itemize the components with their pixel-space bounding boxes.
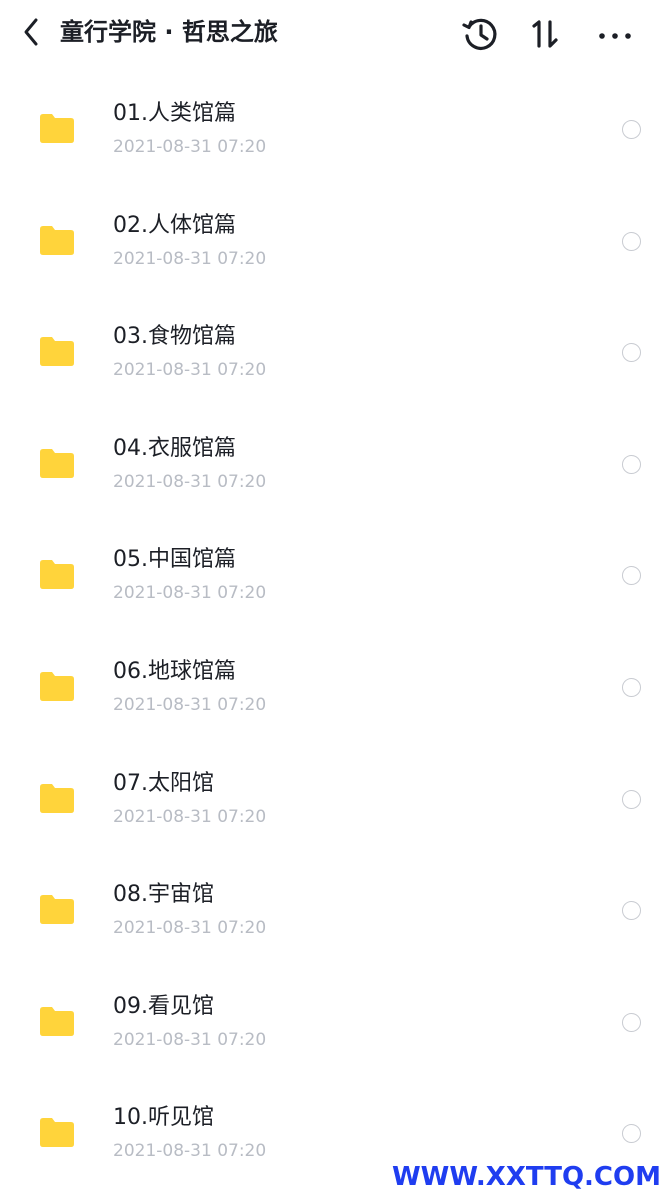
folder-name: 05.中国馆篇 (113, 547, 236, 573)
page-title: 童行学院 · 哲思之旅 (60, 18, 278, 46)
folder-icon (40, 783, 74, 813)
select-radio[interactable] (622, 120, 641, 139)
folder-date: 2021-08-31 07:20 (113, 806, 267, 827)
list-item[interactable]: 07.太阳馆 2021-08-31 07:20 (0, 735, 667, 847)
select-radio[interactable] (622, 343, 641, 363)
select-radio[interactable] (622, 1012, 641, 1032)
folder-name: 03.食物馆篇 (113, 324, 236, 350)
back-button[interactable] (18, 14, 48, 50)
folder-date: 2021-08-31 07:20 (113, 360, 267, 381)
list-item[interactable]: 02.人体馆篇 2021-08-31 07:20 (0, 177, 667, 289)
folder-icon (40, 1006, 74, 1036)
list-item[interactable]: 06.地球馆篇 2021-08-31 07:20 (0, 623, 667, 735)
folder-name: 04.衣服馆篇 (113, 435, 236, 461)
list-item[interactable]: 05.中国馆篇 2021-08-31 07:20 (0, 511, 667, 623)
list-item[interactable]: 01.人类馆篇 2021-08-31 07:20 (0, 65, 667, 177)
folder-date: 2021-08-31 07:20 (113, 583, 267, 604)
folder-icon (40, 114, 74, 143)
folder-date: 2021-08-31 07:20 (113, 1141, 267, 1162)
folder-icon (40, 671, 74, 701)
folder-icon (40, 448, 74, 478)
folder-name: 02.人体馆篇 (113, 212, 236, 238)
select-radio[interactable] (622, 901, 641, 921)
folder-icon (40, 895, 74, 925)
history-icon (462, 18, 497, 50)
more-icon (599, 33, 631, 39)
sort-icon (532, 20, 558, 48)
list-item[interactable]: 09.看见馆 2021-08-31 07:20 (0, 958, 667, 1070)
folder-name: 08.宇宙馆 (113, 882, 214, 908)
folder-name: 06.地球馆篇 (113, 658, 236, 684)
select-radio[interactable] (622, 231, 641, 251)
watermark: WWW.XXTTQ.COM (392, 1162, 661, 1192)
folder-date: 2021-08-31 07:20 (113, 1029, 267, 1050)
folder-name: 01.人类馆篇 (113, 101, 236, 126)
folder-name: 09.看见馆 (113, 993, 214, 1019)
folder-icon (40, 560, 74, 590)
select-radio[interactable] (622, 566, 641, 586)
chevron-left-icon (24, 18, 38, 46)
folder-date: 2021-08-31 07:20 (113, 694, 267, 715)
folder-icon (40, 225, 74, 255)
list-item[interactable]: 03.食物馆篇 2021-08-31 07:20 (0, 288, 667, 400)
select-radio[interactable] (622, 454, 641, 474)
top-bar: 童行学院 · 哲思之旅 (0, 0, 667, 66)
select-radio[interactable] (622, 1124, 641, 1144)
folder-date: 2021-08-31 07:20 (113, 137, 267, 157)
folder-name: 07.太阳馆 (113, 770, 214, 796)
more-button[interactable] (595, 14, 635, 54)
history-button[interactable] (460, 14, 500, 54)
list-item[interactable]: 08.宇宙馆 2021-08-31 07:20 (0, 846, 667, 958)
folder-list: 01.人类馆篇 2021-08-31 07:20 02.人体馆篇 2021-08… (0, 65, 667, 1181)
select-radio[interactable] (622, 677, 641, 697)
folder-date: 2021-08-31 07:20 (113, 248, 267, 269)
folder-icon (40, 1118, 74, 1148)
folder-icon (40, 337, 74, 367)
list-item[interactable]: 04.衣服馆篇 2021-08-31 07:20 (0, 400, 667, 512)
folder-date: 2021-08-31 07:20 (113, 471, 267, 492)
folder-date: 2021-08-31 07:20 (113, 918, 267, 939)
folder-name: 10.听见馆 (113, 1105, 214, 1131)
sort-button[interactable] (526, 14, 566, 54)
select-radio[interactable] (622, 789, 641, 809)
